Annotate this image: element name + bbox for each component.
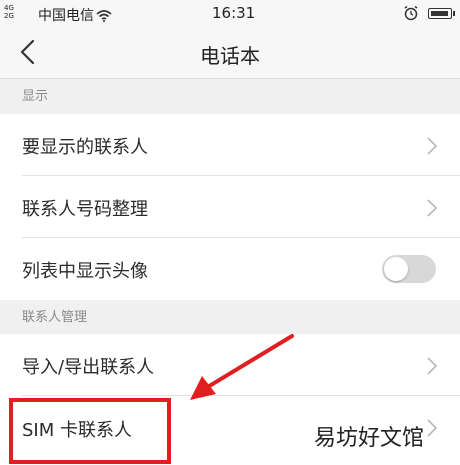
watermark: 易坊好文馆: [314, 426, 425, 451]
wifi-icon: [96, 7, 112, 26]
battery-icon: [428, 8, 455, 19]
row-show-avatar: 列表中显示头像: [0, 238, 460, 300]
network-indicator: 4G 2G: [4, 4, 14, 20]
row-label: SIM 卡联系人: [22, 420, 132, 441]
toggle-knob: [384, 257, 408, 281]
page-title: 电话本: [200, 44, 260, 68]
status-bar: 4G 2G 中国电信 16:31: [0, 0, 460, 26]
alarm-icon: [403, 5, 419, 25]
row-label: 导入/导出联系人: [22, 357, 155, 378]
arrow-icon: [190, 334, 294, 400]
chevron-right-icon: [427, 137, 438, 155]
row-label: 要显示的联系人: [22, 137, 148, 158]
chevron-right-icon: [427, 199, 438, 217]
row-organize-numbers[interactable]: 联系人号码整理: [0, 176, 460, 238]
row-visible-contacts[interactable]: 要显示的联系人: [0, 114, 460, 176]
chevron-right-icon: [427, 419, 438, 437]
show-avatar-toggle[interactable]: [382, 255, 436, 283]
section-header-display: 显示: [22, 89, 49, 104]
clock: 16:31: [212, 4, 256, 22]
nav-header: 电话本: [0, 26, 460, 79]
row-label: 列表中显示头像: [22, 261, 148, 282]
chevron-right-icon: [427, 357, 438, 375]
row-label: 联系人号码整理: [22, 199, 148, 220]
carrier-name: 中国电信: [38, 8, 94, 24]
